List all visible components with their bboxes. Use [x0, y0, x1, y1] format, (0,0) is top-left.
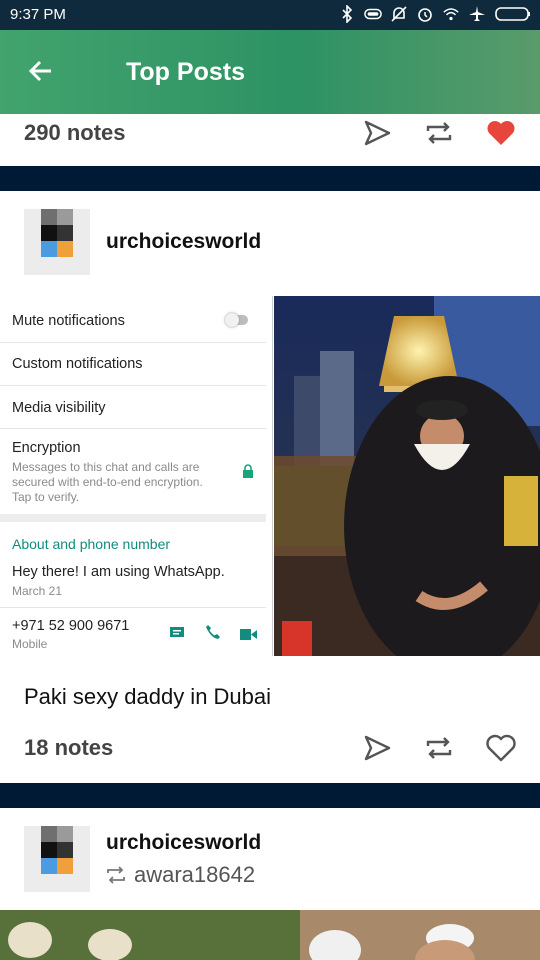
- notes-count[interactable]: 290 notes: [24, 120, 126, 146]
- about-date: March 21: [12, 584, 63, 598]
- media-visibility-label: Media visibility: [12, 400, 106, 416]
- phone-call-icon: [205, 624, 221, 645]
- page-title: Top Posts: [126, 58, 245, 86]
- message-icon: [170, 626, 184, 644]
- heart-outline-icon[interactable]: [485, 732, 517, 764]
- alarm-icon: [416, 5, 434, 23]
- video-call-icon: [240, 627, 257, 645]
- post-caption: Paki sexy daddy in Dubai: [24, 684, 272, 709]
- reblog-source[interactable]: awara18642: [106, 862, 255, 888]
- bluetooth-icon: [338, 5, 356, 23]
- back-arrow-icon[interactable]: [26, 56, 56, 86]
- status-time: 9:37 PM: [10, 6, 66, 23]
- reblog-icon[interactable]: [423, 732, 455, 764]
- phone-number: +971 52 900 9671: [12, 618, 130, 634]
- about-phone-header: About and phone number: [12, 536, 171, 552]
- airplane-mode-icon: [468, 5, 486, 23]
- post-image-screenshot[interactable]: Mute notifications Custom notifications …: [0, 296, 273, 656]
- mute-notifications-label: Mute notifications: [12, 313, 125, 329]
- avatar[interactable]: [24, 209, 90, 275]
- encryption-line-3: Tap to verify.: [12, 490, 80, 504]
- wifi-icon: [442, 5, 460, 23]
- about-status-text: Hey there! I am using WhatsApp.: [12, 564, 225, 580]
- reblog-small-icon: [107, 866, 125, 884]
- post-username[interactable]: urchoicesworld: [106, 831, 261, 855]
- reblog-source-name: awara18642: [134, 862, 256, 887]
- encryption-line-2: secured with end-to-end encryption.: [12, 475, 203, 489]
- status-bar: 9:37 PM: [0, 0, 540, 30]
- custom-notifications-label: Custom notifications: [12, 356, 143, 372]
- notes-count[interactable]: 18 notes: [24, 735, 113, 761]
- encryption-label: Encryption: [12, 440, 81, 456]
- battery-icon: [494, 5, 532, 23]
- post-card: urchoicesworld awara18642: [0, 808, 540, 910]
- post-image-partial[interactable]: [0, 910, 540, 960]
- vpn-key-icon: [364, 5, 382, 23]
- encryption-line-1: Messages to this chat and calls are: [12, 460, 200, 474]
- share-send-icon[interactable]: [361, 732, 393, 764]
- post-username[interactable]: urchoicesworld: [106, 230, 261, 254]
- lock-icon: [242, 464, 254, 483]
- reblog-icon[interactable]: [423, 117, 455, 149]
- phone-type: Mobile: [12, 637, 48, 651]
- mute-toggle: [225, 313, 248, 327]
- avatar[interactable]: [24, 826, 90, 892]
- heart-liked-icon[interactable]: [485, 117, 517, 149]
- post-image-photo[interactable]: [274, 296, 540, 656]
- app-bar: Top Posts: [0, 30, 540, 114]
- post-card: 290 notes: [0, 114, 540, 166]
- do-not-disturb-icon: [390, 5, 408, 23]
- share-send-icon[interactable]: [361, 117, 393, 149]
